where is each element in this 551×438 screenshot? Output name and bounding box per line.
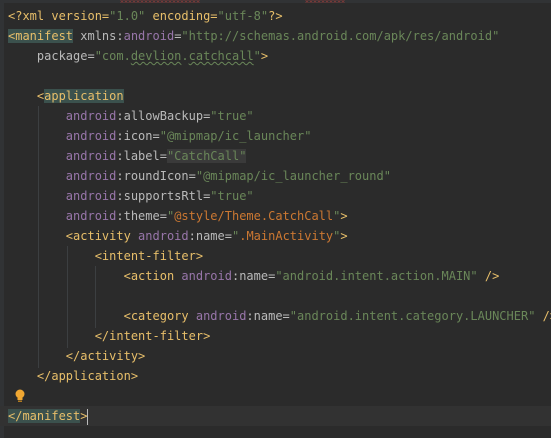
code-token: android: [8, 189, 117, 203]
text-cursor: [87, 408, 89, 425]
code-token: .MainActivity: [239, 229, 334, 243]
code-token: :theme=: [116, 209, 167, 223]
code-token: android: [8, 209, 117, 223]
code-token: />: [542, 309, 551, 323]
code-token: android: [195, 309, 247, 323]
error-squiggle: [120, 0, 200, 3]
code-token: :label=: [116, 149, 167, 163]
code-token: <category: [8, 309, 196, 323]
code-line[interactable]: <action android:name="android.intent.act…: [0, 266, 500, 286]
code-token: "@mipmap/ic_launcher_round": [195, 169, 391, 183]
code-token: <manifest: [8, 29, 74, 43]
code-token: :allowBackup=: [116, 109, 211, 123]
code-token: android: [181, 269, 232, 283]
code-token: package=: [8, 49, 95, 63]
code-token: encoding=: [145, 9, 218, 23]
code-token: <activity: [8, 229, 139, 243]
code-token: :name=: [246, 309, 290, 323]
code-line[interactable]: android:roundIcon="@mipmap/ic_launcher_r…: [0, 166, 391, 186]
code-token: <: [8, 89, 45, 103]
code-line[interactable]: <application: [0, 86, 124, 106]
code-line[interactable]: android:icon="@mipmap/ic_launcher": [0, 126, 312, 146]
code-token: </activity>: [8, 349, 146, 363]
code-token: android: [8, 149, 117, 163]
code-token: "true": [210, 109, 254, 123]
code-line[interactable]: </manifest>: [0, 406, 551, 426]
code-token: </application>: [8, 369, 139, 383]
indent-guide: [67, 246, 68, 348]
code-token: >: [80, 409, 88, 423]
code-token: xmlns:: [73, 29, 124, 43]
code-token: :roundIcon=: [116, 169, 196, 183]
code-token: ": [253, 49, 261, 63]
code-token: />: [477, 269, 500, 283]
code-token: ?>: [268, 9, 283, 23]
error-squiggle: [305, 0, 345, 3]
code-line[interactable]: <manifest xmlns:android="http://schemas.…: [0, 26, 499, 46]
code-token: "CatchCall": [166, 149, 247, 163]
code-line[interactable]: </intent-filter>: [0, 326, 211, 346]
code-token: catchcall: [188, 49, 254, 63]
code-token: "true": [210, 189, 254, 203]
code-token: android: [138, 229, 189, 243]
code-token: android: [123, 29, 175, 43]
code-line[interactable]: [0, 66, 8, 86]
code-line[interactable]: </application>: [0, 366, 138, 386]
code-token: >: [340, 229, 348, 243]
code-token: </manifest: [8, 409, 81, 423]
code-line[interactable]: <?xml version="1.0" encoding="utf-8"?>: [0, 6, 283, 26]
lightbulb-icon[interactable]: [14, 389, 26, 403]
code-line[interactable]: android:theme="@style/Theme.CatchCall">: [0, 206, 348, 226]
code-token: "http://schemas.android.com/apk/res/andr…: [181, 29, 500, 43]
code-token: "utf-8": [217, 9, 269, 23]
code-token: :supportsRtl=: [116, 189, 211, 203]
code-line[interactable]: android:label="CatchCall": [0, 146, 247, 166]
code-editor[interactable]: <?xml version="1.0" encoding="utf-8"?> <m…: [0, 0, 551, 438]
code-token: >: [260, 49, 269, 63]
code-token: "android.intent.category.LAUNCHER": [289, 309, 536, 323]
indent-guide: [95, 266, 96, 328]
code-token: "android.intent.action.MAIN": [275, 269, 478, 283]
code-line[interactable]: package="com.devlion.catchcall">: [0, 46, 268, 66]
code-line[interactable]: <intent-filter>: [0, 246, 203, 266]
indent-guide: [38, 106, 39, 368]
code-line[interactable]: <activity android:name=".MainActivity">: [0, 226, 348, 246]
code-token: android: [8, 109, 117, 123]
code-token: devlion: [130, 49, 182, 63]
code-token: android: [8, 129, 117, 143]
code-token: application: [44, 89, 124, 103]
code-token: android: [8, 169, 117, 183]
code-line[interactable]: [0, 386, 8, 406]
code-token: "1.0": [109, 9, 146, 23]
code-line[interactable]: <category android:name="android.intent.c…: [0, 306, 551, 326]
code-line[interactable]: </activity>: [0, 346, 145, 366]
code-token: @style/Theme.CatchCall: [174, 209, 334, 223]
code-token: "com.: [94, 49, 131, 63]
code-token: :icon=: [116, 129, 160, 143]
code-token: >: [340, 209, 348, 223]
code-token: :name=: [188, 229, 232, 243]
code-token: .: [181, 49, 189, 63]
code-token: :name=: [231, 269, 276, 283]
code-token: <?xml version=: [8, 9, 110, 23]
code-line[interactable]: [0, 286, 8, 306]
code-token: "@mipmap/ic_launcher": [159, 129, 312, 143]
editor-top-strip: [0, 0, 551, 3]
